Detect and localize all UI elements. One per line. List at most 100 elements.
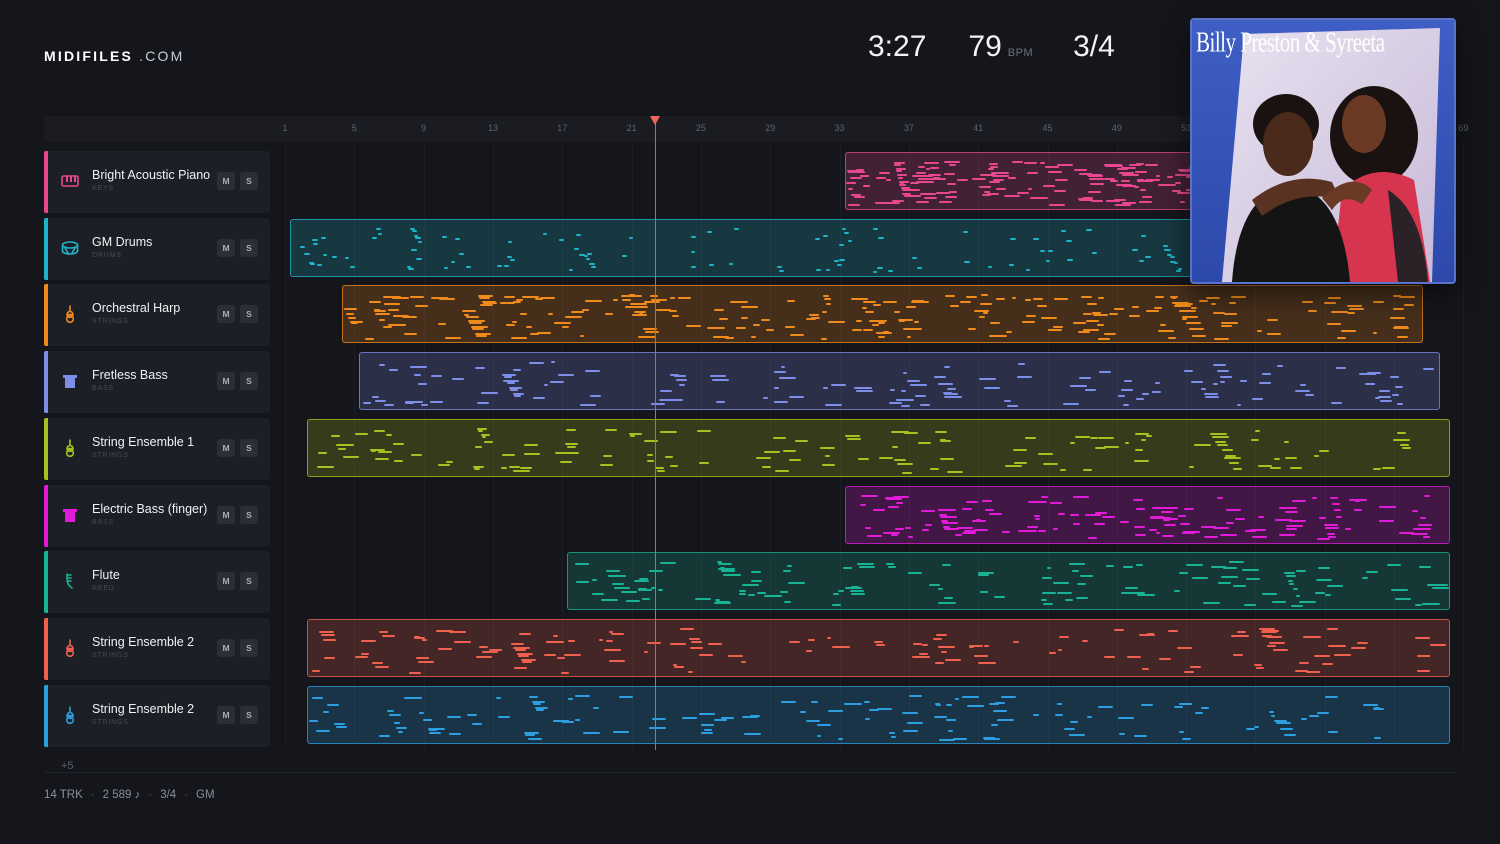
mute-button[interactable]: M [217,438,235,457]
midi-note [936,192,951,195]
midi-clip[interactable] [341,285,1423,344]
midi-note [1418,565,1432,568]
midi-note [1026,525,1038,528]
midi-note [1272,648,1288,651]
midi-note [921,528,929,531]
midi-note [1123,404,1130,407]
midi-note [1185,322,1202,325]
midi-note [354,433,369,436]
track-header[interactable]: Flute REED M S [44,551,270,614]
midi-note [621,590,637,593]
midi-note [1141,667,1150,670]
solo-button[interactable]: S [240,505,258,524]
midi-note [701,732,712,735]
midi-note [743,733,762,736]
midi-note [513,394,521,397]
midi-note [1141,703,1153,706]
midi-note [964,261,970,264]
mute-button[interactable]: M [217,305,235,324]
midi-note [629,302,647,305]
midi-clip[interactable] [307,418,1450,477]
midi-note [1314,654,1330,657]
midi-note [1364,383,1376,386]
midi-note [317,452,327,455]
mute-button[interactable]: M [217,372,235,391]
midi-note [974,529,988,532]
solo-button[interactable]: S [240,372,258,391]
midi-note [945,658,961,661]
midi-note [751,571,761,574]
midi-clip[interactable] [307,685,1450,744]
midi-note [1104,164,1122,167]
midi-note [444,336,461,339]
midi-note [1026,315,1036,318]
midi-note [893,495,910,498]
midi-note [1321,662,1334,665]
midi-note [844,232,850,235]
midi-note [489,648,503,651]
solo-button[interactable]: S [240,438,258,457]
midi-note [1189,466,1195,469]
midi-note [472,723,482,726]
solo-button[interactable]: S [240,572,258,591]
track-header[interactable]: String Ensemble 1 STRINGS M S [44,417,270,480]
midi-note [838,737,844,740]
midi-note [1163,519,1171,522]
track-header[interactable]: Fretless Bass BASS M S [44,351,270,414]
midi-note [1290,466,1302,469]
mute-button[interactable]: M [217,572,235,591]
midi-note [1007,176,1017,179]
midi-clip[interactable] [359,352,1441,411]
solo-button[interactable]: S [240,238,258,257]
midi-clip[interactable] [307,618,1450,677]
midi-note [1038,530,1047,533]
midi-note [1159,657,1171,660]
solo-button[interactable]: S [240,305,258,324]
midi-note [1072,322,1087,325]
midi-note [1423,535,1430,538]
playhead-line[interactable] [655,116,656,750]
midi-note [991,171,1009,174]
midi-note [510,336,527,339]
midi-note [403,333,417,336]
midi-note [592,579,598,582]
solo-button[interactable]: S [240,705,258,724]
track-header[interactable]: String Ensemble 2 STRINGS M S [44,617,270,680]
more-tracks-indicator[interactable]: +5 [61,760,74,772]
midi-note [378,735,391,738]
mute-button[interactable]: M [217,172,235,190]
midi-note [740,316,749,319]
track-name: GM Drums [92,234,153,249]
midi-note [1273,458,1281,461]
track-header[interactable]: GM Drums DRUMS M S [44,217,270,280]
track-header[interactable]: Bright Acoustic Piano KEYS M S [44,151,270,213]
grid-line [1463,142,1465,748]
solo-button[interactable]: S [240,172,258,190]
midi-note [645,330,659,333]
midi-clip[interactable] [844,485,1450,544]
midi-note [1353,508,1362,511]
solo-button[interactable]: S [240,638,258,657]
mute-button[interactable]: M [217,705,235,724]
midi-note [454,640,471,643]
mute-button[interactable]: M [217,505,235,524]
midi-note [885,179,892,182]
track-header[interactable]: Orchestral Harp STRINGS M S [44,284,270,347]
midi-note [570,311,585,314]
midi-note [1040,250,1045,253]
playhead-marker[interactable] [650,116,660,125]
midi-note [441,235,448,238]
midi-clip[interactable] [567,552,1450,611]
midi-note [1017,191,1029,194]
midi-note [1098,436,1115,439]
midi-note [421,403,429,406]
midi-note [794,439,809,442]
brand-logo[interactable]: MIDIFILES .COM [44,48,184,64]
track-header[interactable]: Electric Bass (finger) BASS M S [44,484,270,547]
track-header[interactable]: String Ensemble 2 STRINGS M S [44,684,270,747]
midi-note [1175,270,1182,273]
mute-button[interactable]: M [217,638,235,657]
mute-button[interactable]: M [217,238,235,257]
midi-note [361,639,376,642]
midi-note [1102,515,1116,518]
